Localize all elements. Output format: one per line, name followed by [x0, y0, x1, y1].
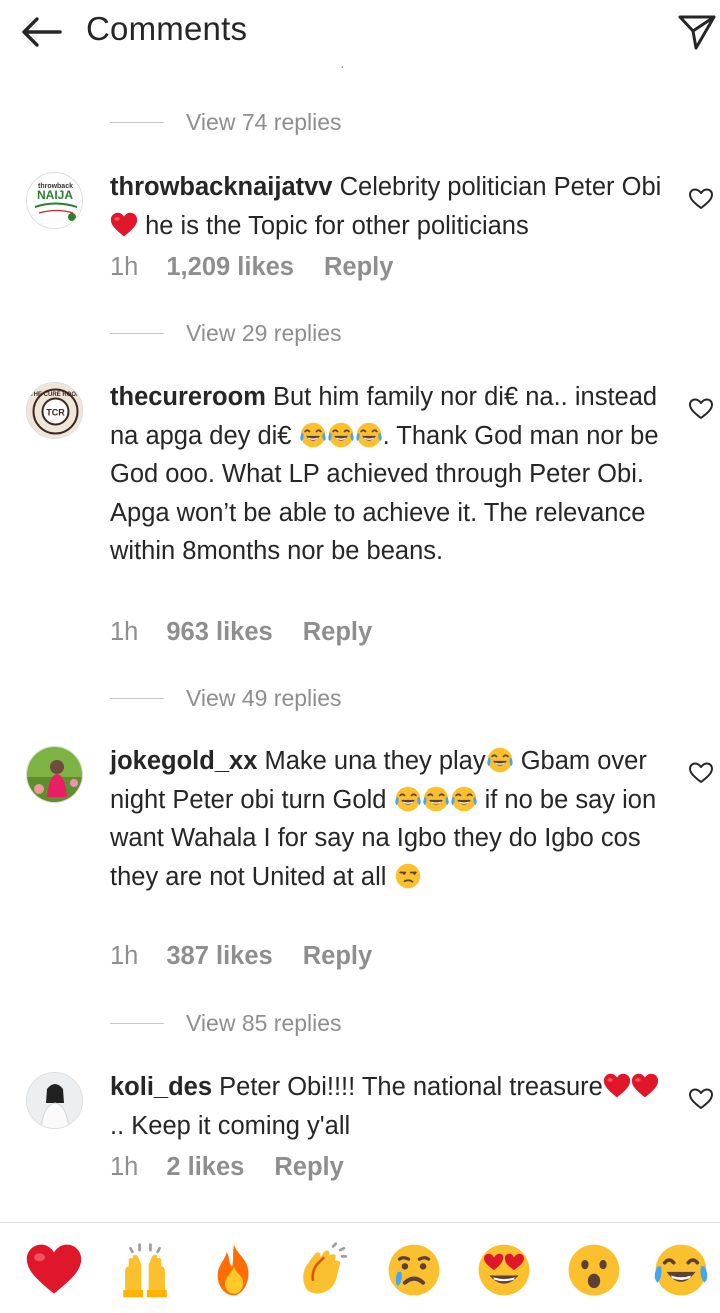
reply-button[interactable]: Reply: [274, 1153, 343, 1182]
red-heart-icon: [603, 1072, 631, 1100]
avatar[interactable]: [26, 1072, 83, 1129]
divider-line: [110, 1022, 164, 1024]
tears-of-joy-icon: [422, 785, 450, 813]
comment-time: 1h: [110, 1153, 139, 1181]
view-replies-link[interactable]: View 74 replies: [110, 107, 342, 137]
back-button[interactable]: [18, 12, 64, 52]
comment-body-part: Celebrity politician Peter Obi: [339, 173, 662, 201]
comment-meta: 1h 387 likes Reply: [110, 942, 372, 971]
reaction-fire-button[interactable]: [205, 1241, 263, 1299]
comment-body-part: Make una they play: [264, 747, 486, 775]
comment-text: thecureroom But him family nor di€ na.. …: [110, 378, 670, 571]
view-replies-label: View 85 replies: [186, 1009, 342, 1036]
comment-likes[interactable]: 387 likes: [166, 942, 272, 971]
comment-body-part: he is the Topic for other politicians: [138, 211, 529, 240]
clapping-hands-icon: [295, 1241, 353, 1299]
like-heart-icon[interactable]: [688, 1086, 714, 1112]
comment-meta: 1h 2 likes Reply: [110, 1153, 344, 1182]
divider-line: [110, 121, 164, 123]
header-bar: Comments: [0, 0, 720, 62]
the-cure-room-logo: TCR THE CURE ROOM: [27, 383, 82, 438]
profile-photo: [27, 747, 82, 802]
tears-of-joy-icon: [652, 1241, 710, 1299]
comment-username[interactable]: throwbacknaijatvv: [110, 173, 333, 201]
reaction-red-heart-button[interactable]: [25, 1241, 83, 1299]
comment-username[interactable]: koli_des: [110, 1073, 212, 1101]
reaction-surprised-face-button[interactable]: [565, 1241, 623, 1299]
reply-button[interactable]: Reply: [303, 618, 372, 647]
comment-time: 1h: [110, 253, 139, 281]
tears-of-joy-icon: [450, 785, 478, 813]
profile-photo: [27, 1073, 82, 1128]
comment-meta: 1h 963 likes Reply: [110, 618, 372, 647]
quick-reaction-bar: [0, 1223, 720, 1313]
share-button[interactable]: [676, 12, 718, 52]
view-replies-link[interactable]: View 49 replies: [110, 683, 342, 713]
comment-body-part: Peter Obi!!!! The national treasure: [219, 1073, 603, 1101]
logo-text-brand: NAIJA: [37, 188, 73, 202]
crying-face-icon: [385, 1241, 443, 1299]
reaction-crying-face-button[interactable]: [385, 1241, 443, 1299]
view-replies-link[interactable]: View 85 replies: [110, 1008, 342, 1038]
throwback-naija-logo: throwback NAIJA: [27, 173, 82, 228]
heart-eyes-icon: [475, 1241, 533, 1299]
comment-username[interactable]: jokegold_xx: [110, 747, 257, 775]
logo-monogram: TCR: [46, 408, 65, 418]
view-replies-link[interactable]: View 29 replies: [110, 318, 342, 348]
page-title: Comments: [86, 10, 248, 47]
red-heart-icon: [25, 1241, 83, 1299]
divider-line: [110, 332, 164, 334]
arrow-left-icon: [22, 17, 62, 47]
cut-off-text-fragment: ·: [340, 58, 375, 74]
comment-likes[interactable]: 1,209 likes: [166, 253, 294, 282]
tears-of-joy-icon: [327, 421, 355, 449]
reply-button[interactable]: Reply: [324, 253, 393, 282]
comment-username[interactable]: thecureroom: [110, 383, 266, 411]
reaction-raising-hands-button[interactable]: [116, 1241, 174, 1299]
comment-likes[interactable]: 963 likes: [166, 618, 272, 647]
unamused-face-icon: [394, 862, 422, 890]
red-heart-icon: [110, 211, 138, 239]
like-heart-icon[interactable]: [688, 396, 714, 422]
red-heart-icon: [631, 1072, 659, 1100]
avatar[interactable]: throwback NAIJA: [26, 172, 83, 229]
comment-time: 1h: [110, 618, 139, 646]
comment-time: 1h: [110, 942, 139, 970]
reaction-clapping-hands-button[interactable]: [295, 1241, 353, 1299]
tears-of-joy-icon: [299, 421, 327, 449]
avatar[interactable]: TCR THE CURE ROOM: [26, 382, 83, 439]
reply-button[interactable]: Reply: [303, 942, 372, 971]
comment-text: koli_des Peter Obi!!!! The national trea…: [110, 1068, 670, 1145]
comment-text: throwbacknaijatvv Celebrity politician P…: [110, 168, 670, 245]
raising-hands-icon: [116, 1241, 174, 1299]
comment-text: jokegold_xx Make una they play Gbam over…: [110, 742, 670, 896]
reaction-tears-of-joy-button[interactable]: [652, 1241, 710, 1299]
comment-meta: 1h 1,209 likes Reply: [110, 253, 393, 282]
logo-ring-text: THE CURE ROOM: [30, 392, 81, 398]
tears-of-joy-icon: [486, 746, 514, 774]
view-replies-label: View 29 replies: [186, 319, 342, 346]
like-heart-icon[interactable]: [688, 186, 714, 212]
divider-line: [110, 697, 164, 699]
tears-of-joy-icon: [355, 421, 383, 449]
avatar[interactable]: [26, 746, 83, 803]
surprised-face-icon: [565, 1241, 623, 1299]
like-heart-icon[interactable]: [688, 760, 714, 786]
view-replies-label: View 74 replies: [186, 108, 342, 135]
fire-icon: [205, 1241, 263, 1299]
view-replies-label: View 49 replies: [186, 684, 342, 711]
comment-body-part: .. Keep it coming y'all: [110, 1111, 351, 1140]
tears-of-joy-icon: [394, 785, 422, 813]
paper-plane-icon: [678, 15, 716, 50]
comment-likes[interactable]: 2 likes: [166, 1153, 244, 1182]
reaction-heart-eyes-button[interactable]: [475, 1241, 533, 1299]
